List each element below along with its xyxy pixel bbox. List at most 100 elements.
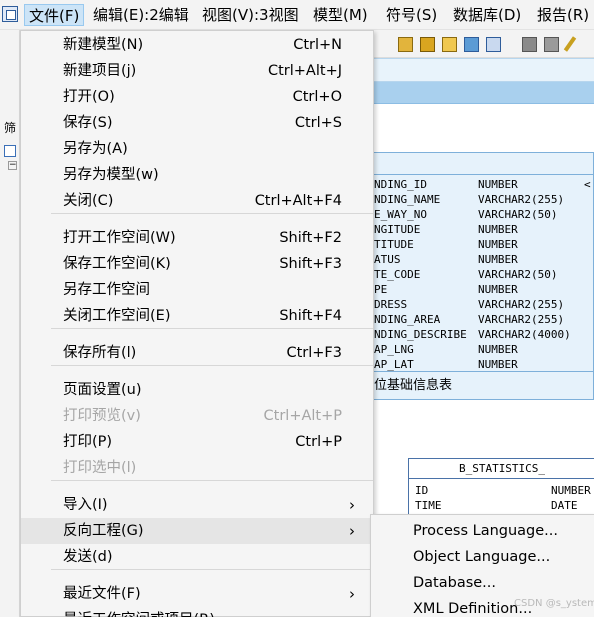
- column-type: NUMBER: [478, 358, 518, 371]
- menu-item-label: 打开工作空间(W): [63, 230, 176, 246]
- menu-item[interactable]: 最近文件(F) ›: [21, 581, 373, 607]
- refresh-icon[interactable]: [464, 37, 479, 52]
- menu-item[interactable]: 另存为(A): [21, 136, 373, 162]
- menu-item-shortcut: Ctrl+Alt+J: [267, 63, 342, 79]
- menu-edit[interactable]: 编辑(E):2编辑: [89, 4, 193, 26]
- column-name: NDING_ID: [374, 178, 427, 191]
- column-name: DRESS: [374, 298, 408, 311]
- column-name: AP_LNG: [374, 343, 414, 356]
- menu-database[interactable]: 数据库(D): [449, 4, 525, 26]
- menu-item[interactable]: 打开工作空间(W) Shift+F2: [21, 225, 373, 251]
- column-name: NDING_AREA: [374, 313, 441, 326]
- menu-item: 打印选中(l): [21, 455, 373, 481]
- menu-item-shortcut: Ctrl+P: [295, 434, 342, 450]
- menu-item-label: 最近文件(F): [63, 586, 141, 602]
- menu-item-label: 页面设置(u): [63, 382, 142, 398]
- menu-item-label: 发送(d): [63, 549, 113, 565]
- menu-item[interactable]: 页面设置(u): [21, 377, 373, 403]
- column-type: NUMBER: [478, 343, 518, 356]
- paste-icon[interactable]: [544, 37, 559, 52]
- entity-header: [374, 153, 594, 175]
- menu-item-label: 关闭(C): [63, 193, 114, 209]
- package-icon[interactable]: [420, 37, 435, 52]
- column-name: ATUS: [374, 253, 401, 266]
- menu-item: 打印预览(v) Ctrl+Alt+P: [21, 403, 373, 429]
- menu-item-shortcut: Ctrl+O: [292, 89, 342, 105]
- menu-item[interactable]: 保存工作空间(K) Shift+F3: [21, 251, 373, 277]
- menu-item-shortcut: Shift+F4: [279, 308, 342, 324]
- pk-marker: <: [584, 178, 591, 191]
- menu-item-label: 保存所有(l): [63, 345, 137, 361]
- menu-item-label: 关闭工作空间(E): [63, 308, 171, 324]
- submenu-item[interactable]: Database...: [371, 570, 594, 596]
- file-menu: 新建模型(N) Ctrl+N 新建项目(j) Ctrl+Alt+J 打开(O) Ctrl+…: [20, 30, 374, 617]
- menu-item[interactable]: 新建项目(j) Ctrl+Alt+J: [21, 58, 373, 84]
- tree-node-icon[interactable]: [4, 145, 16, 157]
- database-icon[interactable]: [442, 37, 457, 52]
- filter-tab[interactable]: 筛: [0, 118, 20, 138]
- menu-view[interactable]: 视图(V):3视图: [198, 4, 303, 26]
- menu-item[interactable]: 另存为模型(w): [21, 162, 373, 188]
- diagram-band: [374, 58, 594, 82]
- menu-item-label: 打印预览(v): [63, 408, 141, 424]
- diagram-band-selected: [374, 82, 594, 104]
- copy-icon[interactable]: [522, 37, 537, 52]
- menu-item[interactable]: 打开(O) Ctrl+O: [21, 84, 373, 110]
- column-type: VARCHAR2(255): [478, 313, 565, 326]
- menu-item-shortcut: Ctrl+S: [294, 115, 342, 131]
- menu-item[interactable]: 反向工程(G) ›: [21, 518, 373, 544]
- column-type: VARCHAR2(4000): [478, 328, 571, 341]
- menu-item-label: 打印(P): [63, 434, 113, 450]
- submenu-item[interactable]: Object Language...: [371, 544, 594, 570]
- menu-report[interactable]: 报告(R): [533, 4, 593, 26]
- menu-item-label: 新建模型(N): [63, 37, 144, 53]
- menu-item[interactable]: 导入(I) ›: [21, 492, 373, 518]
- menu-bar: 文件(F) 编辑(E):2编辑 视图(V):3视图 模型(M) 符号(S) 数据…: [0, 0, 594, 30]
- menu-item[interactable]: 关闭工作空间(E) Shift+F4: [21, 303, 373, 329]
- menu-item[interactable]: 最近工作空间或项目(R) ›: [21, 607, 373, 617]
- menu-item-label: 另存为模型(w): [63, 167, 159, 183]
- menu-item[interactable]: 另存工作空间: [21, 277, 373, 303]
- menu-file[interactable]: 文件(F): [24, 4, 85, 26]
- menu-item[interactable]: 打印(P) Ctrl+P: [21, 429, 373, 455]
- menu-separator: [51, 328, 373, 329]
- column-name: AP_LAT: [374, 358, 414, 371]
- submenu-item-label: Database...: [413, 575, 497, 591]
- menu-item-shortcut: Ctrl+N: [293, 37, 342, 53]
- submenu-item[interactable]: Process Language...: [371, 518, 594, 544]
- brush-icon[interactable]: [563, 36, 577, 52]
- menu-item[interactable]: 关闭(C) Ctrl+Alt+F4: [21, 188, 373, 214]
- menu-symbol[interactable]: 符号(S): [382, 4, 441, 26]
- menu-item-label: 打开(O): [63, 89, 115, 105]
- menu-item[interactable]: 保存(S) Ctrl+S: [21, 110, 373, 136]
- column-type: NUMBER: [478, 178, 518, 191]
- watermark: CSDN @s_ystem: [514, 598, 594, 609]
- menu-item[interactable]: 新建模型(N) Ctrl+N: [21, 32, 373, 58]
- menu-item[interactable]: 保存所有(l) Ctrl+F3: [21, 340, 373, 366]
- check-icon[interactable]: [486, 37, 501, 52]
- column-type: NUMBER: [551, 484, 591, 497]
- column-name: PE: [374, 283, 388, 296]
- menu-item-shortcut: Ctrl+Alt+P: [263, 408, 342, 424]
- column-type: VARCHAR2(50): [478, 268, 558, 281]
- menu-item-shortcut: Shift+F3: [279, 256, 342, 272]
- entity-comment: 位基础信息表: [374, 371, 594, 399]
- app-icon: [2, 6, 18, 22]
- column-name: TE_CODE: [374, 268, 421, 281]
- menu-model[interactable]: 模型(M): [309, 4, 372, 26]
- collapse-icon[interactable]: −: [8, 161, 17, 170]
- folder-icon[interactable]: [398, 37, 413, 52]
- menu-item-shortcut: Shift+F2: [279, 230, 342, 246]
- entity-title: B_STATISTICS_: [409, 459, 594, 479]
- column-type: NUMBER: [478, 223, 518, 236]
- entity-table[interactable]: NDING_ID NUMBER NDING_NAME VARCHAR2(255) E_W…: [374, 152, 594, 400]
- column-type: NUMBER: [478, 283, 518, 296]
- entity-table-statistics[interactable]: B_STATISTICS_ ID NUMBER TIME DATE: [408, 458, 594, 518]
- column-name: NDING_NAME: [374, 193, 441, 206]
- column-type: NUMBER: [478, 253, 518, 266]
- chevron-right-icon: ›: [349, 607, 355, 617]
- menu-item-label: 另存为(A): [63, 141, 128, 157]
- menu-item-shortcut: Ctrl+Alt+F4: [254, 193, 342, 209]
- chevron-right-icon: ›: [349, 522, 355, 540]
- menu-item[interactable]: 发送(d): [21, 544, 373, 570]
